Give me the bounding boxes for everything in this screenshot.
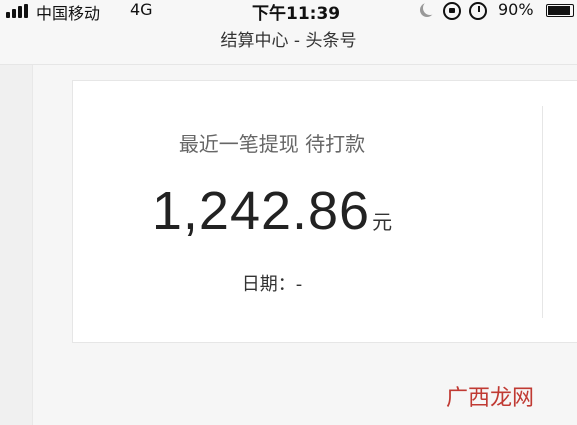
page-title: 结算中心 - 头条号 [220, 31, 357, 51]
status-time: 下午11:39 [252, 4, 341, 24]
battery-level [548, 6, 570, 15]
watermark-logo: 广西龙网 [446, 386, 535, 411]
withdraw-amount: 1,242.86 [151, 181, 371, 241]
withdraw-status: 最近一笔提现 待打款 [178, 132, 366, 156]
card-divider [542, 106, 543, 318]
date-label: 日期： [241, 274, 296, 295]
lock-rotation-icon [443, 2, 461, 20]
signal-icon [6, 4, 32, 18]
network-type: 4G [130, 0, 153, 19]
status-bar: 中国移动 4G 下午11:39 90% [0, 0, 577, 24]
battery-percent: 90% [498, 0, 534, 19]
amount-row: 1,242.86 元 [72, 180, 472, 242]
currency-unit: 元 [372, 210, 393, 234]
date-value: - [295, 274, 303, 295]
side-panel [0, 65, 33, 425]
date-row: 日期：- [72, 270, 472, 296]
alarm-icon [469, 2, 487, 20]
top-bar: 中国移动 4G 下午11:39 90% 结算中心 - 头条号 [0, 0, 577, 65]
carrier-name: 中国移动 [36, 4, 101, 23]
moon-icon [423, 1, 437, 15]
battery-icon [546, 4, 574, 17]
